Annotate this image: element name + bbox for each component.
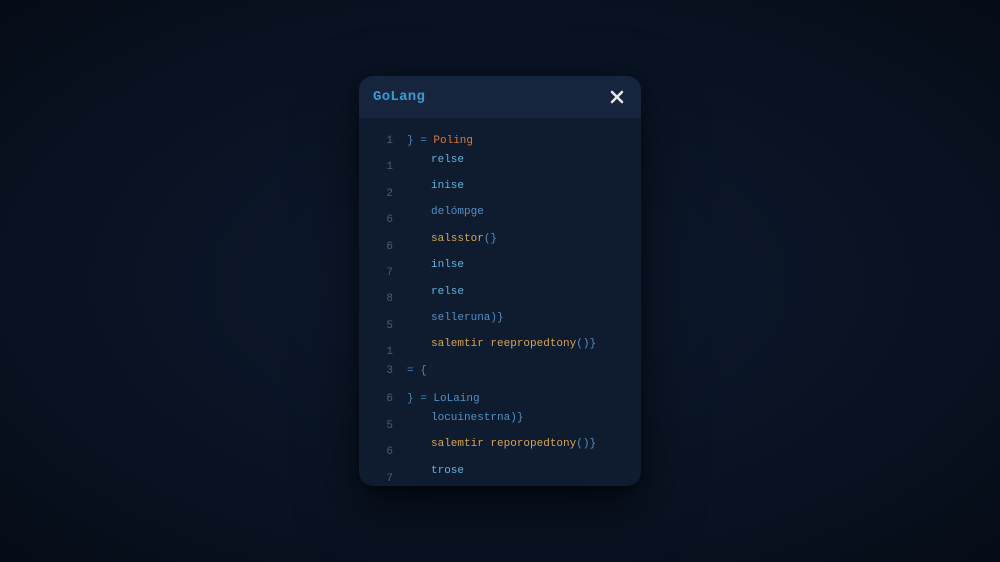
code-line: 6 } = LoLaing xyxy=(367,390,631,409)
line-number: 5 xyxy=(367,317,393,336)
code-token: = { xyxy=(407,362,427,381)
indent xyxy=(407,409,431,428)
line-content: = { xyxy=(407,362,427,381)
code-line: 2 inise xyxy=(367,177,631,203)
code-line: 6 delómpge xyxy=(367,203,631,229)
line-content: delómpge xyxy=(407,203,484,222)
indent xyxy=(407,151,431,170)
indent xyxy=(407,177,431,196)
code-token: salemtir xyxy=(431,335,490,354)
code-token: ()} xyxy=(576,335,596,354)
code-line: 7 trose xyxy=(367,462,631,486)
code-token: inise xyxy=(431,177,464,196)
indent xyxy=(407,435,431,454)
line-number: 6 xyxy=(367,390,393,409)
code-line: 7 inlse xyxy=(367,256,631,282)
line-number: 6 xyxy=(367,238,393,257)
code-token: salsstor xyxy=(431,230,484,249)
code-token: )} xyxy=(490,309,503,328)
code-line: 1 } = Poling xyxy=(367,132,631,151)
code-token: ()} xyxy=(576,435,596,454)
code-token: salemtir xyxy=(431,435,490,454)
line-content: salemtir reepropedtony()} xyxy=(407,335,596,354)
code-token: } = xyxy=(407,132,433,151)
code-token: reporopedtony xyxy=(490,435,576,454)
line-content: } = Poling xyxy=(407,132,473,151)
code-line: 3 = { xyxy=(367,362,631,381)
code-token: selleruna xyxy=(431,309,490,328)
panel-title: GoLang xyxy=(373,89,425,105)
code-spacer xyxy=(367,380,631,390)
indent xyxy=(407,256,431,275)
indent xyxy=(407,309,431,328)
code-token: trose xyxy=(431,462,464,481)
code-token: locuinestrna xyxy=(431,409,510,428)
line-number: 6 xyxy=(367,443,393,462)
line-number: 7 xyxy=(367,264,393,283)
line-content: } = LoLaing xyxy=(407,390,480,409)
line-number: 1 xyxy=(367,132,393,151)
code-token: (} xyxy=(484,230,497,249)
code-token: inlse xyxy=(431,256,464,275)
code-token: } = xyxy=(407,390,433,409)
line-content: trose xyxy=(407,462,464,481)
code-token: reepropedtony xyxy=(490,335,576,354)
line-content: selleruna)} xyxy=(407,309,504,328)
code-token: )} xyxy=(510,409,523,428)
code-token: delómpge xyxy=(431,203,484,222)
line-number: 6 xyxy=(367,211,393,230)
line-number: 5 xyxy=(367,417,393,436)
code-editor-panel: GoLang 1} = Poling1relse2inise6delómpge6… xyxy=(359,76,641,486)
line-content: inlse xyxy=(407,256,464,275)
code-token: Poling xyxy=(433,132,473,151)
code-line: 8 relse xyxy=(367,283,631,309)
code-token: relse xyxy=(431,151,464,170)
indent xyxy=(407,462,431,481)
code-line: 6 salemtir reporopedtony()} xyxy=(367,435,631,461)
line-number: 1 xyxy=(367,158,393,177)
code-token: relse xyxy=(431,283,464,302)
line-content: salemtir reporopedtony()} xyxy=(407,435,596,454)
code-line: 1 relse xyxy=(367,151,631,177)
code-token: LoLaing xyxy=(433,390,479,409)
indent xyxy=(407,335,431,354)
line-content: inise xyxy=(407,177,464,196)
code-body[interactable]: 1 } = Poling 1 relse 2 inise 6 delómpge 6 salssto… xyxy=(359,118,641,486)
indent xyxy=(407,203,431,222)
line-content: locuinestrna)} xyxy=(407,409,523,428)
line-number: 1 xyxy=(367,343,393,362)
code-line: 1 salemtir reepropedtony()} xyxy=(367,335,631,361)
line-number: 7 xyxy=(367,470,393,487)
line-number: 2 xyxy=(367,185,393,204)
code-line: 5 locuinestrna)} xyxy=(367,409,631,435)
indent xyxy=(407,283,431,302)
panel-header: GoLang xyxy=(359,76,641,118)
code-line: 6 salsstor(} xyxy=(367,230,631,256)
indent xyxy=(407,230,431,249)
line-content: salsstor(} xyxy=(407,230,497,249)
line-number: 8 xyxy=(367,290,393,309)
line-content: relse xyxy=(407,283,464,302)
code-line: 5 selleruna)} xyxy=(367,309,631,335)
line-content: relse xyxy=(407,151,464,170)
line-number: 3 xyxy=(367,362,393,381)
close-icon[interactable] xyxy=(607,87,627,107)
